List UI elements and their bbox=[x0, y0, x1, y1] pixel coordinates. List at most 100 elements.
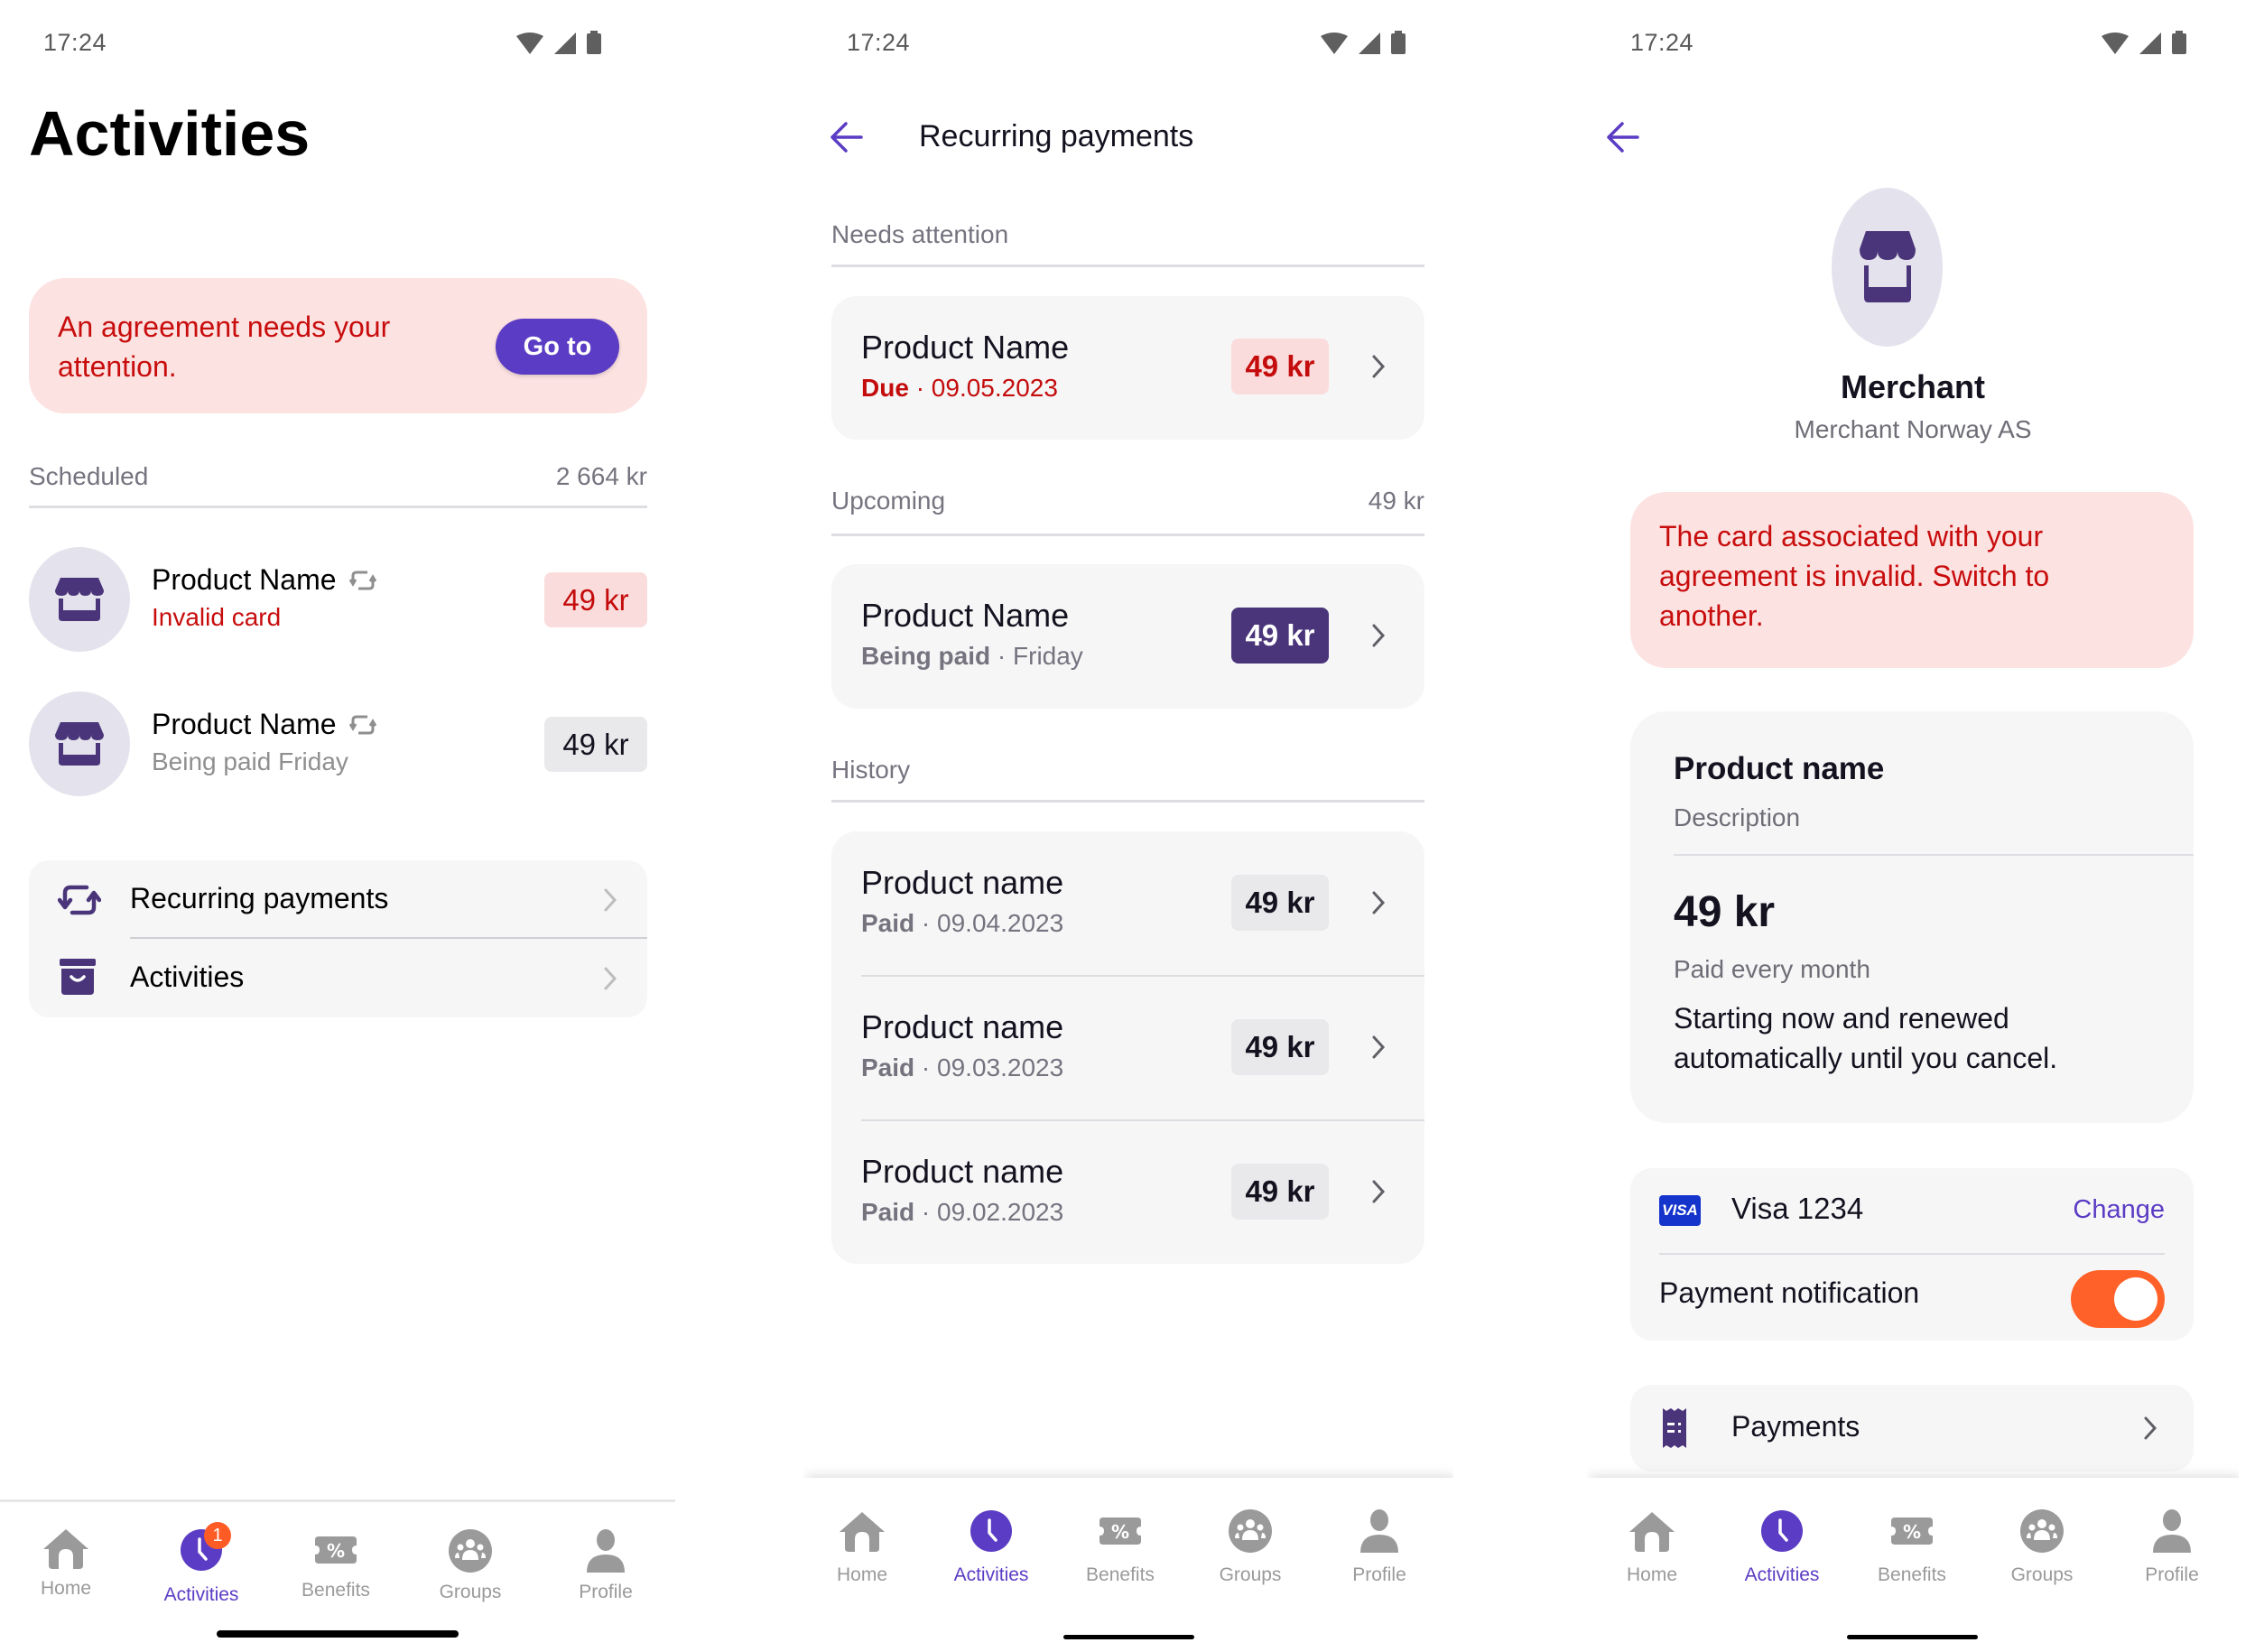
nav-activities[interactable]: Activities bbox=[1728, 1510, 1836, 1586]
item-name: Product Name bbox=[861, 597, 1070, 634]
nav-groups[interactable]: Groups bbox=[1988, 1509, 2096, 1586]
card-label: Visa 1234 bbox=[1731, 1192, 1864, 1225]
store-icon bbox=[55, 578, 104, 621]
home-indicator[interactable] bbox=[1063, 1635, 1194, 1639]
nav-activities[interactable]: 1 Activities bbox=[147, 1522, 255, 1606]
payments-label: Payments bbox=[1731, 1410, 1860, 1443]
nav-label: Benefits bbox=[1878, 1564, 1946, 1585]
payments-link[interactable]: Payments bbox=[1630, 1385, 2194, 1471]
change-card-link[interactable]: Change bbox=[2073, 1195, 2165, 1225]
nav-home[interactable]: Home bbox=[12, 1529, 120, 1600]
signal-icon bbox=[2139, 32, 2161, 54]
svg-text:%: % bbox=[327, 1540, 345, 1562]
battery-icon bbox=[2172, 31, 2186, 54]
divider bbox=[831, 534, 1424, 536]
item-name: Product name bbox=[861, 864, 1064, 901]
history-item[interactable]: Product name Paid · 09.02.2023 49 kr bbox=[831, 1120, 1424, 1264]
needs-attention-label: Needs attention bbox=[831, 220, 1009, 248]
scheduled-total: 2 664 kr bbox=[555, 462, 647, 490]
history-card: Product name Paid · 09.04.2023 49 kr Pro… bbox=[831, 831, 1424, 1264]
nav-label: Benefits bbox=[302, 1580, 370, 1601]
recurring-icon bbox=[348, 571, 376, 589]
nav-groups[interactable]: Groups bbox=[416, 1529, 524, 1603]
bottom-nav: Home 1 Activities % Benefits Groups Prof… bbox=[0, 1499, 675, 1652]
merchant-legal-name: Merchant Norway AS bbox=[1794, 415, 2032, 443]
item-status: Due bbox=[861, 374, 909, 402]
status-time: 17:24 bbox=[1630, 29, 1694, 56]
home-indicator[interactable] bbox=[217, 1630, 459, 1638]
menu-item-label: Activities bbox=[130, 961, 245, 993]
item-status: Invalid card bbox=[152, 603, 282, 631]
item-amount: 49 kr bbox=[1231, 608, 1329, 664]
ticket-percent-icon: % bbox=[1100, 1517, 1141, 1545]
groups-icon bbox=[2020, 1509, 2064, 1553]
payment-method-card: VISA Visa 1234 Change Payment notificati… bbox=[1630, 1168, 2194, 1341]
notification-label: Payment notification bbox=[1659, 1276, 1920, 1309]
item-name: Product Name bbox=[861, 329, 1070, 366]
agreement-terms: Starting now and renewed automatically u… bbox=[1674, 1002, 2058, 1074]
menu-item-recurring-payments[interactable]: Recurring payments bbox=[29, 860, 647, 938]
nav-benefits[interactable]: % Benefits bbox=[1858, 1510, 1966, 1586]
item-status: Being paid Friday bbox=[152, 747, 348, 775]
scheduled-label: Scheduled bbox=[29, 462, 149, 490]
battery-icon bbox=[587, 31, 601, 54]
needs-attention-item[interactable]: Product Name Due · 09.05.2023 49 kr bbox=[831, 296, 1424, 440]
store-icon bbox=[1859, 231, 1916, 302]
status-icons bbox=[1321, 31, 1406, 54]
alert-text: The card associated with your agreement … bbox=[1659, 520, 2050, 632]
nav-groups[interactable]: Groups bbox=[1196, 1509, 1304, 1586]
nav-profile[interactable]: Profile bbox=[552, 1529, 660, 1603]
nav-label: Activities bbox=[953, 1564, 1029, 1585]
signal-icon bbox=[1359, 32, 1380, 54]
notification-badge: 1 bbox=[204, 1522, 231, 1549]
item-amount: 49 kr bbox=[544, 717, 647, 772]
nav-benefits[interactable]: % Benefits bbox=[1066, 1510, 1174, 1586]
merchant-avatar bbox=[1832, 188, 1943, 347]
home-indicator[interactable] bbox=[1847, 1635, 1978, 1639]
menu-item-activities[interactable]: Activities bbox=[29, 939, 647, 1017]
nav-label: Home bbox=[1626, 1564, 1678, 1585]
home-icon bbox=[840, 1512, 885, 1552]
svg-text:%: % bbox=[1111, 1521, 1129, 1543]
page-title: Recurring payments bbox=[919, 119, 1194, 153]
back-arrow-icon[interactable] bbox=[830, 122, 863, 153]
divider bbox=[29, 506, 647, 508]
ticket-percent-icon: % bbox=[315, 1536, 357, 1564]
product-description: Description bbox=[1674, 803, 1801, 831]
nav-label: Home bbox=[836, 1564, 888, 1585]
nav-profile[interactable]: Profile bbox=[1325, 1509, 1434, 1586]
item-amount: 49 kr bbox=[1231, 339, 1329, 394]
nav-profile[interactable]: Profile bbox=[2118, 1509, 2226, 1586]
history-item[interactable]: Product name Paid · 09.03.2023 49 kr bbox=[831, 976, 1424, 1119]
divider bbox=[831, 800, 1424, 803]
wifi-icon bbox=[1321, 32, 1348, 54]
chevron-right-icon bbox=[2144, 1416, 2157, 1440]
merchant-name: Merchant bbox=[1840, 368, 1986, 405]
battery-icon bbox=[1391, 31, 1406, 54]
item-name: Product name bbox=[861, 1008, 1064, 1045]
nav-activities[interactable]: Activities bbox=[937, 1510, 1045, 1586]
scheduled-item[interactable]: Product Name Invalid card 49 kr bbox=[29, 547, 647, 652]
merchant-avatar bbox=[29, 691, 130, 796]
alert-text: An agreement needs your attention. bbox=[58, 311, 391, 383]
home-icon bbox=[1629, 1512, 1675, 1552]
payment-frequency: Paid every month bbox=[1674, 955, 1870, 983]
scheduled-item[interactable]: Product Name Being paid Friday 49 kr bbox=[29, 691, 647, 796]
merchant-avatar bbox=[29, 547, 130, 652]
menu-item-label: Recurring payments bbox=[130, 882, 389, 914]
recurring-payments-screen: 17:24 Recurring payments Needs attention… bbox=[803, 0, 1453, 1652]
recurring-icon bbox=[348, 715, 376, 734]
person-icon bbox=[1360, 1509, 1398, 1553]
wifi-icon bbox=[2102, 32, 2129, 54]
history-label: History bbox=[831, 756, 911, 784]
item-name: Product Name bbox=[152, 563, 337, 596]
back-arrow-icon[interactable] bbox=[1607, 122, 1639, 153]
history-item[interactable]: Product name Paid · 09.04.2023 49 kr bbox=[831, 831, 1424, 975]
nav-benefits[interactable]: % Benefits bbox=[282, 1529, 390, 1601]
upcoming-item[interactable]: Product Name Being paid · Friday 49 kr bbox=[831, 564, 1424, 709]
go-to-button[interactable]: Go to bbox=[496, 319, 619, 375]
payment-notification-toggle[interactable] bbox=[2071, 1270, 2165, 1328]
clock-icon bbox=[1761, 1510, 1803, 1552]
nav-home[interactable]: Home bbox=[808, 1512, 916, 1586]
nav-home[interactable]: Home bbox=[1598, 1512, 1706, 1586]
